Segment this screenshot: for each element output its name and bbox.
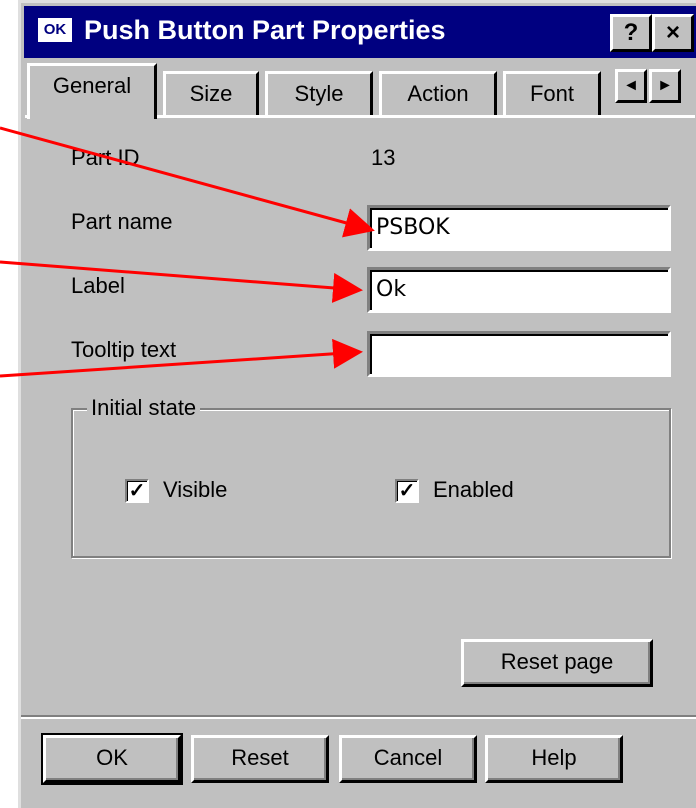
annotation-arrow-part-name [0, 126, 375, 238]
annotation-arrows [0, 126, 375, 378]
annotation-arrow-label [0, 260, 363, 303]
annotation-arrow-tooltip [0, 338, 363, 378]
